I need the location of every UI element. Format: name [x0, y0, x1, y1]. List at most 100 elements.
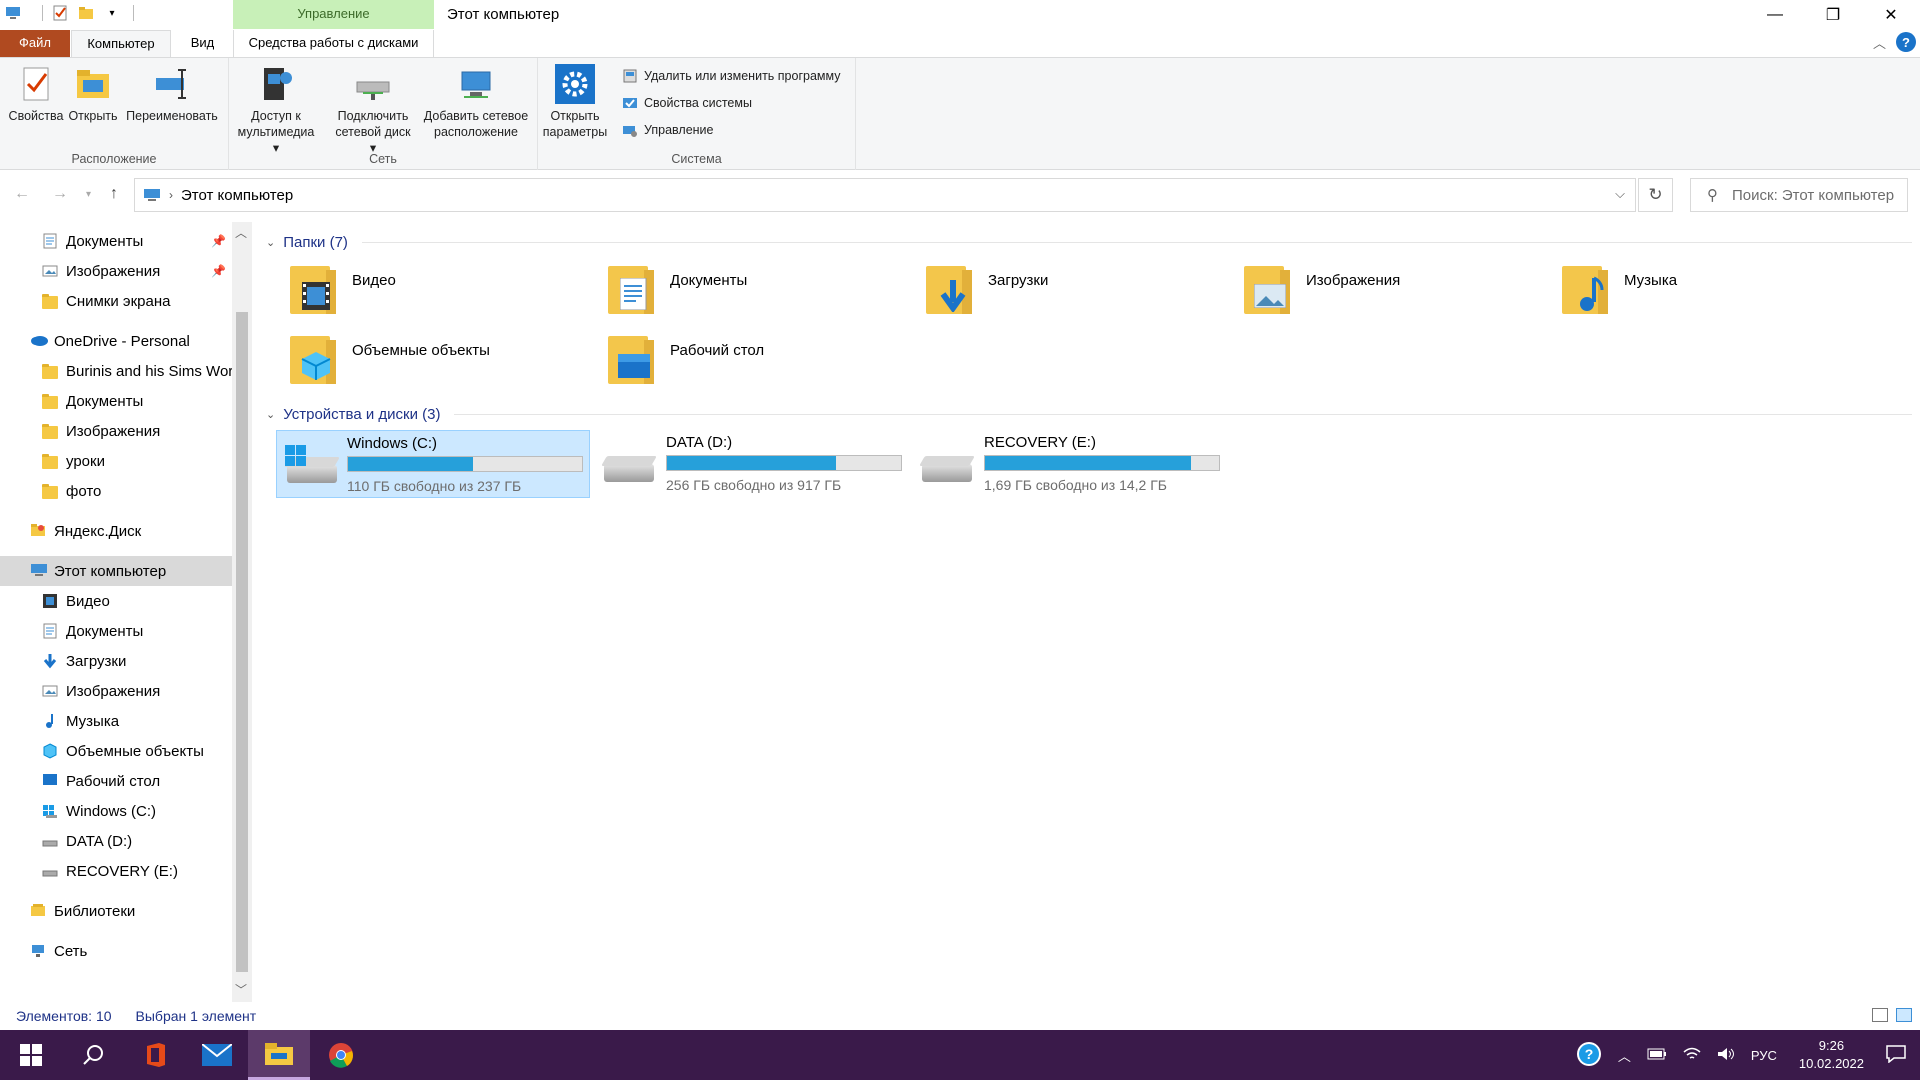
system-properties-button[interactable]: Свойства системы: [622, 95, 752, 111]
network-drive-icon: [353, 64, 393, 104]
nav-item-quick-documents[interactable]: Документы 📌: [0, 226, 232, 256]
minimize-button[interactable]: —: [1746, 0, 1804, 30]
nav-item-quick-screenshots[interactable]: Снимки экрана: [0, 286, 232, 316]
nav-item-music[interactable]: Музыка: [0, 706, 232, 736]
nav-item-desktop[interactable]: Рабочий стол: [0, 766, 232, 796]
pin-icon[interactable]: 📌: [211, 264, 226, 278]
wifi-icon[interactable]: [1683, 1047, 1701, 1064]
scrollbar-thumb[interactable]: [236, 312, 248, 972]
tab-view[interactable]: Вид: [180, 30, 225, 57]
folder-tile-3d-objects[interactable]: Объемные объекты: [284, 330, 490, 386]
open-settings-button[interactable]: Открыть параметры: [542, 64, 608, 140]
drive-tile-d[interactable]: DATA (D:) 256 ГБ свободно из 917 ГБ: [594, 430, 908, 498]
view-switcher: [1872, 1008, 1912, 1022]
folder-name: Объемные объекты: [352, 342, 490, 359]
details-view-icon[interactable]: [1872, 1008, 1888, 1022]
computer-icon[interactable]: [4, 4, 22, 22]
taskbar-mail[interactable]: [186, 1030, 248, 1080]
open-button[interactable]: Открыть: [67, 64, 119, 124]
address-bar[interactable]: › Этот компьютер ⌵: [134, 178, 1636, 212]
nav-item-downloads[interactable]: Загрузки: [0, 646, 232, 676]
nav-item-network[interactable]: Сеть: [0, 936, 232, 966]
close-button[interactable]: ✕: [1862, 0, 1920, 30]
media-access-button[interactable]: Доступ к мультимедиа ▾: [235, 64, 317, 156]
notifications-icon[interactable]: [1886, 1044, 1906, 1066]
nav-item-drive-c[interactable]: Windows (C:): [0, 796, 232, 826]
taskbar-file-explorer[interactable]: [248, 1030, 310, 1080]
tab-disk-tools[interactable]: Средства работы с дисками: [233, 30, 434, 57]
group-label-system: Система: [671, 152, 722, 166]
uninstall-program-button[interactable]: Удалить или изменить программу: [622, 68, 841, 84]
drive-tile-e[interactable]: RECOVERY (E:) 1,69 ГБ свободно из 14,2 Г…: [912, 430, 1226, 498]
nav-label: Видео: [66, 592, 110, 610]
folder-tile-desktop[interactable]: Рабочий стол: [602, 330, 764, 386]
folder-tile-music[interactable]: Музыка: [1556, 260, 1677, 316]
folder-tile-video[interactable]: Видео: [284, 260, 396, 316]
section-header-folders[interactable]: ⌄ Папки (7): [262, 234, 1912, 251]
tab-computer[interactable]: Компьютер: [71, 30, 171, 57]
collapse-chevron-icon[interactable]: ⌄: [266, 408, 275, 421]
nav-item-documents[interactable]: Документы: [0, 616, 232, 646]
map-network-drive-button[interactable]: Подключить сетевой диск ▾: [331, 64, 415, 156]
nav-item-onedrive-images[interactable]: Изображения: [0, 416, 232, 446]
windows-logo-icon: [20, 1044, 42, 1066]
refresh-button[interactable]: ↻: [1638, 178, 1673, 212]
clock[interactable]: 9:26 10.02.2022: [1799, 1037, 1864, 1073]
up-arrow-icon[interactable]: ↑: [110, 185, 118, 203]
help-icon[interactable]: ?: [1896, 32, 1916, 52]
tab-file[interactable]: Файл: [0, 30, 70, 57]
search-input[interactable]: ⚲ Поиск: Этот компьютер: [1690, 178, 1908, 212]
manage-button[interactable]: Управление: [622, 122, 714, 138]
battery-icon[interactable]: [1647, 1048, 1667, 1063]
maximize-button[interactable]: ❐: [1804, 0, 1862, 30]
nav-item-3d-objects[interactable]: Объемные объекты: [0, 736, 232, 766]
help-tray-icon[interactable]: ?: [1576, 1041, 1602, 1070]
scroll-up-chevron-icon[interactable]: ︿: [235, 224, 247, 241]
nav-item-onedrive-documents[interactable]: Документы: [0, 386, 232, 416]
new-folder-icon[interactable]: [77, 4, 95, 22]
search-button[interactable]: [62, 1030, 124, 1080]
taskbar-office[interactable]: [124, 1030, 186, 1080]
volume-icon[interactable]: [1717, 1047, 1735, 1064]
collapse-chevron-icon[interactable]: ⌄: [266, 236, 275, 249]
collapse-ribbon-chevron-icon[interactable]: ︿: [1873, 33, 1886, 52]
back-arrow-icon[interactable]: ←: [14, 185, 30, 203]
folder-tile-documents[interactable]: Документы: [602, 260, 747, 316]
nav-item-this-pc[interactable]: Этот компьютер: [0, 556, 232, 586]
section-header-devices[interactable]: ⌄ Устройства и диски (3): [262, 406, 1912, 423]
nav-item-onedrive-lessons[interactable]: уроки: [0, 446, 232, 476]
address-dropdown-chevron-icon[interactable]: ⌵: [1615, 186, 1625, 202]
nav-item-onedrive-sims[interactable]: Burinis and his Sims World: [0, 356, 232, 386]
forward-arrow-icon[interactable]: →: [52, 185, 68, 203]
nav-label: уроки: [66, 452, 105, 470]
recent-locations-chevron-icon[interactable]: ▾: [86, 189, 91, 200]
start-button[interactable]: [0, 1030, 62, 1080]
folder-tile-downloads[interactable]: Загрузки: [920, 260, 1048, 316]
drive-tile-c[interactable]: Windows (C:) 110 ГБ свободно из 237 ГБ: [276, 430, 590, 498]
nav-item-video[interactable]: Видео: [0, 586, 232, 616]
breadcrumb[interactable]: Этот компьютер: [181, 187, 293, 204]
rename-button[interactable]: Переименовать: [122, 64, 222, 124]
show-hidden-icons-chevron-icon[interactable]: ︿: [1618, 1046, 1631, 1065]
nav-item-onedrive[interactable]: OneDrive - Personal: [0, 326, 232, 356]
scroll-down-chevron-icon[interactable]: ﹀: [235, 981, 247, 998]
breadcrumb-chevron-icon[interactable]: ›: [169, 188, 173, 202]
properties-button[interactable]: Свойства: [6, 64, 66, 124]
customize-qat-chevron-icon[interactable]: ▾: [103, 4, 121, 22]
nav-pane-scrollbar[interactable]: ︿ ﹀: [232, 222, 252, 1002]
nav-item-onedrive-photo[interactable]: фото: [0, 476, 232, 506]
nav-item-drive-e[interactable]: RECOVERY (E:): [0, 856, 232, 886]
nav-item-drive-d[interactable]: DATA (D:): [0, 826, 232, 856]
nav-item-images[interactable]: Изображения: [0, 676, 232, 706]
input-language[interactable]: РУС: [1751, 1048, 1777, 1063]
nav-item-quick-images[interactable]: Изображения 📌: [0, 256, 232, 286]
folder-tile-images[interactable]: Изображения: [1238, 260, 1400, 316]
taskbar-chrome[interactable]: [310, 1030, 372, 1080]
large-icons-view-icon[interactable]: [1896, 1008, 1912, 1022]
pin-icon[interactable]: 📌: [211, 234, 226, 248]
properties-icon[interactable]: [51, 4, 69, 22]
open-folder-icon: [73, 64, 113, 104]
nav-item-yandex-disk[interactable]: Яндекс.Диск: [0, 516, 232, 546]
add-network-location-button[interactable]: Добавить сетевое расположение: [419, 64, 533, 140]
nav-item-libraries[interactable]: Библиотеки: [0, 896, 232, 926]
